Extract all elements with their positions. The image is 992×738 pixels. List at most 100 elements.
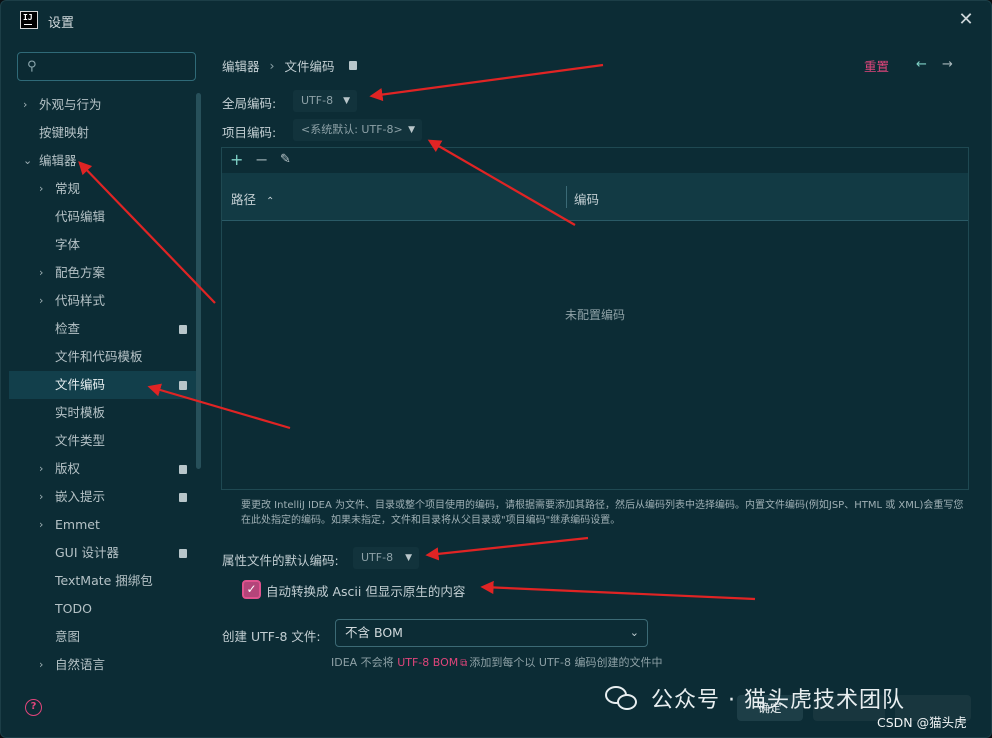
- settings-search-field[interactable]: ⚲: [17, 52, 196, 81]
- settings-window: IJ 设置 ✕ ⚲ › 外观与行为 按键映射 ⌄ 编辑器 › 常规 代码编辑 字体 › 配色方案 › 代…: [0, 0, 992, 738]
- sidebar-item[interactable]: › 版权: [9, 455, 199, 483]
- sidebar-scrollbar[interactable]: [196, 93, 201, 469]
- title-bar: IJ 设置 ✕: [1, 1, 991, 39]
- wechat-icon: [605, 684, 639, 712]
- column-header-encoding[interactable]: 编码: [574, 189, 599, 208]
- table-toolbar: + − ✎: [222, 148, 968, 173]
- chevron-right-icon[interactable]: ›: [39, 259, 43, 287]
- project-scope-icon: [179, 381, 187, 390]
- breadcrumb: 编辑器 › 文件编码: [222, 56, 357, 75]
- dropdown-caret-icon: ▼: [405, 553, 412, 563]
- sidebar-item[interactable]: 文件类型: [9, 427, 199, 455]
- ascii-checkbox-label[interactable]: 自动转换成 Ascii 但显示原生的内容: [266, 581, 465, 600]
- sidebar-item-label: 外观与行为: [39, 97, 102, 112]
- sidebar-item-label: TextMate 捆绑包: [55, 573, 153, 588]
- external-link-icon: ⧉: [460, 658, 468, 669]
- chevron-right-icon[interactable]: ›: [39, 511, 43, 539]
- sidebar-item[interactable]: › 常规: [9, 175, 199, 203]
- sidebar-item[interactable]: TextMate 捆绑包: [9, 567, 199, 595]
- sidebar-item[interactable]: › 外观与行为: [9, 91, 199, 119]
- utf8-bom-link[interactable]: UTF-8 BOM: [397, 656, 458, 669]
- sidebar-item[interactable]: 字体: [9, 231, 199, 259]
- sidebar-item[interactable]: GUI 设计器: [9, 539, 199, 567]
- project-encoding-label: 项目编码:: [222, 125, 277, 140]
- sidebar-item[interactable]: 检查: [9, 315, 199, 343]
- sidebar-item-label: 常规: [55, 181, 81, 196]
- sidebar-item[interactable]: › Emmet: [9, 511, 199, 539]
- add-icon[interactable]: +: [230, 150, 243, 169]
- sidebar-item[interactable]: TODO: [9, 595, 199, 623]
- bom-hint: IDEA 不会将 UTF-8 BOM ⧉ 添加到每个以 UTF-8 编码创建的文件中: [331, 656, 663, 669]
- chevron-right-icon[interactable]: ›: [39, 287, 43, 315]
- column-divider[interactable]: [566, 186, 567, 208]
- table-header: 路径 ⌃ 编码: [222, 173, 968, 221]
- encoding-table-panel: + − ✎ 路径 ⌃ 编码 未配置编码: [221, 147, 969, 490]
- breadcrumb-separator: ›: [269, 58, 275, 73]
- sidebar-item-label: 字体: [55, 237, 81, 252]
- chevron-down-icon: ⌄: [629, 626, 639, 639]
- global-encoding-value: UTF-8: [301, 94, 334, 107]
- sidebar-item[interactable]: 文件和代码模板: [9, 343, 199, 371]
- sidebar-item-label: 版权: [55, 461, 81, 476]
- properties-encoding-value: UTF-8: [361, 551, 394, 564]
- table-empty-text: 未配置编码: [564, 308, 625, 322]
- reset-link[interactable]: 重置: [864, 56, 889, 75]
- chevron-right-icon[interactable]: ›: [23, 91, 27, 119]
- chevron-right-icon[interactable]: ›: [39, 455, 43, 483]
- forward-arrow-icon[interactable]: →: [942, 57, 953, 72]
- column-header-path[interactable]: 路径 ⌃: [231, 189, 274, 208]
- edit-icon[interactable]: ✎: [280, 152, 291, 167]
- properties-encoding-dropdown[interactable]: UTF-8 ▼: [353, 547, 419, 569]
- sidebar-item-label: GUI 设计器: [55, 545, 119, 560]
- search-input[interactable]: [48, 57, 188, 77]
- sidebar-item[interactable]: › 自然语言: [9, 651, 199, 679]
- watermark-text: 公众号 · 猫头虎技术团队: [651, 688, 905, 713]
- ascii-checkbox[interactable]: ✓: [242, 580, 261, 599]
- sidebar-item-label: 嵌入提示: [55, 489, 106, 504]
- sidebar-item[interactable]: › 嵌入提示: [9, 483, 199, 511]
- sidebar-item[interactable]: 按键映射: [9, 119, 199, 147]
- sidebar-item[interactable]: 实时模板: [9, 399, 199, 427]
- sidebar-item[interactable]: › 配色方案: [9, 259, 199, 287]
- intellij-app-icon: IJ: [20, 11, 38, 29]
- help-icon[interactable]: ?: [25, 699, 42, 716]
- project-scope-icon: [179, 493, 187, 502]
- dropdown-caret-icon: ▼: [343, 96, 350, 106]
- global-encoding-label: 全局编码:: [222, 96, 277, 111]
- sidebar-item-label: 编辑器: [39, 153, 77, 168]
- sidebar-item[interactable]: 意图: [9, 623, 199, 651]
- sidebar-item-label: 文件和代码模板: [55, 349, 143, 364]
- close-icon[interactable]: ✕: [957, 11, 975, 29]
- search-icon: ⚲: [27, 59, 37, 74]
- project-encoding-dropdown[interactable]: <系统默认: UTF-8> ▼: [293, 119, 422, 141]
- project-scope-icon: [348, 61, 357, 70]
- sidebar-item[interactable]: › 代码样式: [9, 287, 199, 315]
- settings-tree: › 外观与行为按键映射 ⌄ 编辑器 › 常规代码编辑字体 › 配色方案 › 代码样式检查文件和代码…: [9, 91, 199, 679]
- bom-label: 创建 UTF-8 文件:: [222, 629, 321, 644]
- encoding-description: 要更改 IntelliJ IDEA 为文件、目录或整个项目使用的编码，请根据需要…: [241, 500, 964, 526]
- sidebar-item-label: 配色方案: [55, 265, 106, 280]
- sidebar-item[interactable]: 代码编辑: [9, 203, 199, 231]
- sidebar-item-label: 代码样式: [55, 293, 106, 308]
- sidebar-item-label: Emmet: [55, 517, 100, 532]
- project-encoding-value: <系统默认: UTF-8>: [301, 123, 403, 136]
- sidebar-item[interactable]: 文件编码: [9, 371, 199, 399]
- remove-icon[interactable]: −: [255, 150, 268, 169]
- chevron-right-icon[interactable]: ›: [39, 175, 43, 203]
- global-encoding-dropdown[interactable]: UTF-8 ▼: [293, 90, 357, 112]
- chevron-right-icon[interactable]: ›: [39, 483, 43, 511]
- breadcrumb-parent[interactable]: 编辑器: [222, 56, 260, 75]
- sort-ascending-icon: ⌃: [266, 196, 275, 207]
- chevron-right-icon[interactable]: ›: [39, 651, 43, 679]
- sidebar-item-label: 文件编码: [55, 377, 106, 392]
- sidebar-item-label: 自然语言: [55, 657, 106, 672]
- project-scope-icon: [179, 465, 187, 474]
- sidebar-item[interactable]: ⌄ 编辑器: [9, 147, 199, 175]
- chevron-down-icon[interactable]: ⌄: [23, 147, 32, 175]
- project-scope-icon: [179, 325, 187, 334]
- bom-select[interactable]: 不含 BOM ⌄: [335, 619, 648, 647]
- back-arrow-icon[interactable]: ←: [916, 57, 927, 72]
- sidebar-item-label: 检查: [55, 321, 81, 336]
- sidebar-item-label: TODO: [55, 601, 92, 616]
- wechat-watermark: 公众号 · 猫头虎技术团队: [605, 678, 905, 718]
